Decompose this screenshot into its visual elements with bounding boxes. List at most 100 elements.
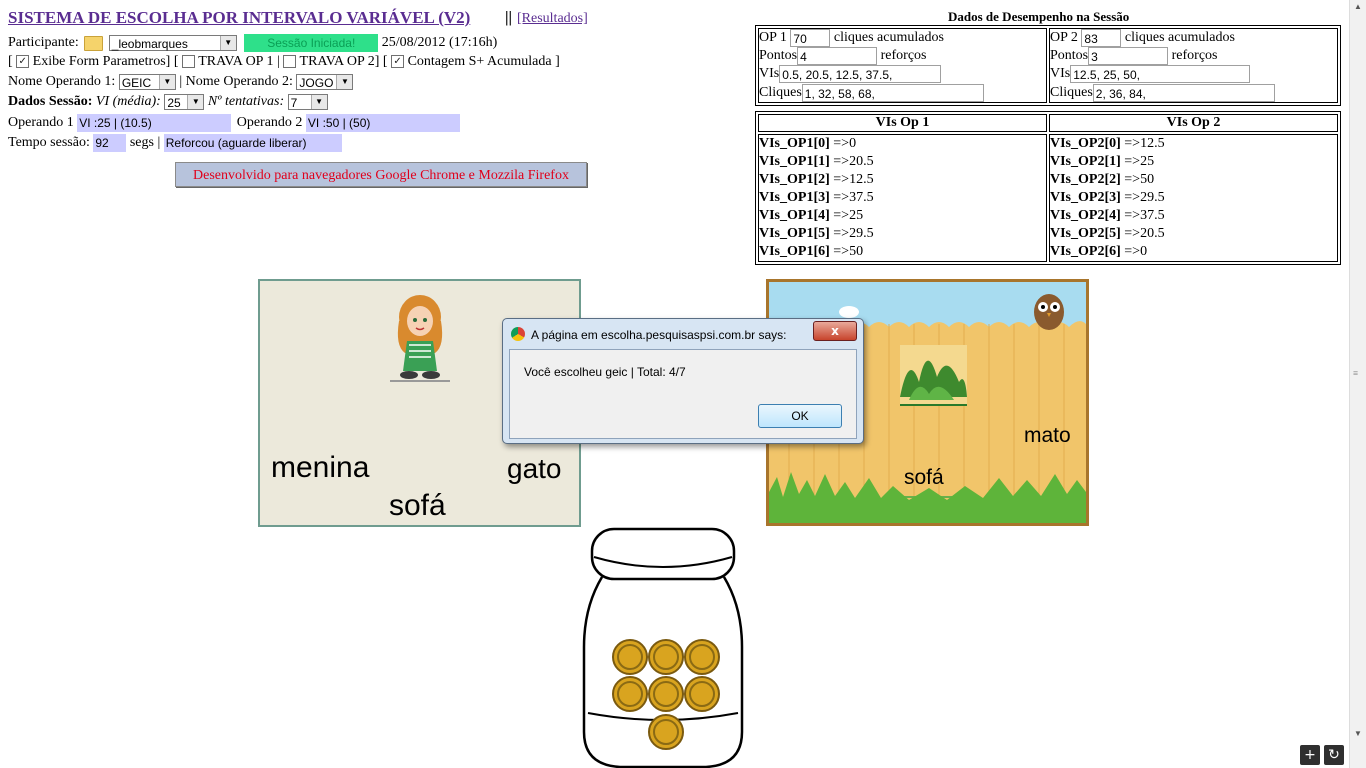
word-option: sofá (389, 489, 446, 522)
op1-name-label: Nome Operando 1: (8, 74, 116, 90)
op2-performance-cell: OP 2 83 cliques acumulados Pontos 3 refor… (1049, 28, 1338, 103)
count-accumulated-label: Contagem S+ Acumulada ] (407, 54, 560, 69)
session-time-field: 92 (93, 134, 127, 152)
show-form-label: Exibe Form Parametros] (32, 54, 171, 69)
lock-op2-label: TRAVA OP 2] (299, 54, 380, 69)
session-data-row: Dados Sessão: VI (média): 25 ▼ Nº tentati… (8, 94, 328, 110)
coin-jar (582, 527, 744, 768)
scroll-grip-icon: ≡ (1353, 368, 1359, 378)
list-item: VIs_OP2[1] =>25 (1050, 154, 1155, 169)
ok-button[interactable]: OK (758, 404, 842, 428)
chevron-down-icon: ▼ (336, 75, 353, 89)
list-item: VIs_OP1[0] =>0 (759, 136, 857, 151)
session-time-unit: segs | (129, 135, 161, 151)
coin-icon (612, 639, 648, 675)
lock-op2-checkbox[interactable] (283, 55, 297, 69)
page-title[interactable]: SISTEMA DE ESCOLHA POR INTERVALO VARIÁVE… (8, 8, 470, 28)
session-datetime: 25/08/2012 (17:16h) (381, 35, 498, 51)
op1-points-field[interactable]: 4 (797, 47, 878, 66)
dialog-title: A página em escolha.pesquisaspsi.com.br … (531, 328, 787, 342)
word-option: menina (271, 451, 370, 484)
folder-icon[interactable] (84, 35, 104, 51)
list-item: VIs_OP2[0] =>12.5 (1050, 136, 1165, 151)
reinforcement-status-field: Reforcou (aguarde liberar) (163, 134, 342, 152)
dialog-message: Você escolheu geic | Total: 4/7 (524, 365, 686, 379)
list-item: VIs_OP1[2] =>12.5 (759, 172, 874, 187)
performance-table: OP 1 70 cliques acumulados Pontos 4 refor… (755, 25, 1341, 106)
op2-vis-field[interactable]: 12.5, 25, 50, (1070, 65, 1251, 84)
dialog-body: Você escolheu geic | Total: 4/7 OK (509, 349, 857, 439)
list-item: VIs_OP2[4] =>37.5 (1050, 208, 1165, 223)
title-separator: || (505, 9, 513, 26)
op2-points-field[interactable]: 3 (1088, 47, 1169, 66)
close-icon: x (831, 324, 839, 338)
vis-table: VIs Op 1 VIs Op 2 VIs_OP1[0] =>0 VIs_OP1… (755, 111, 1341, 265)
session-data-label: Dados Sessão: (8, 94, 93, 110)
op1-cliques-field[interactable]: 1, 32, 58, 68, (801, 83, 984, 102)
vi-label: VI (média): (95, 94, 161, 110)
reload-icon[interactable]: ↻ (1324, 745, 1344, 765)
list-item: VIs_OP1[3] =>37.5 (759, 190, 874, 205)
performance-heading: Dados de Desempenho na Sessão (948, 9, 1130, 24)
session-time-label: Tempo sessão: (8, 135, 90, 151)
operand-status-row: Operando 1 VI :25 | (10.5) Operando 2 VI… (8, 114, 460, 132)
op2-name-label: | Nome Operando 2: (179, 74, 293, 90)
scroll-down-icon[interactable]: ▼ (1350, 729, 1366, 738)
close-button[interactable]: x (813, 321, 857, 341)
list-item: VIs_OP2[2] =>50 (1050, 172, 1155, 187)
word-option: mato (1024, 424, 1071, 447)
op1-name-select[interactable]: GEIC ▼ (118, 74, 176, 90)
vi-select[interactable]: 25 ▼ (164, 94, 205, 110)
op1-clicks-field[interactable]: 70 (790, 29, 831, 47)
show-form-checkbox[interactable]: ✓ (16, 55, 30, 69)
coin-icon (648, 639, 684, 675)
coin-icon (684, 639, 720, 675)
participant-label: Participante: (8, 35, 79, 51)
coin-icon (612, 676, 648, 712)
chevron-down-icon: ▼ (158, 75, 175, 89)
list-item: VIs_OP1[6] =>50 (759, 244, 864, 259)
session-status-field: Sessão Iniciada! (244, 34, 379, 52)
op2-name-select[interactable]: JOGO ▼ (296, 74, 354, 90)
vis-op2-header: VIs Op 2 (1049, 114, 1338, 132)
chevron-down-icon: ▼ (187, 95, 204, 109)
vis-op1-header: VIs Op 1 (758, 114, 1047, 132)
list-item: VIs_OP1[4] =>25 (759, 208, 864, 223)
count-accumulated-checkbox[interactable]: ✓ (391, 55, 405, 69)
list-item: VIs_OP1[1] =>20.5 (759, 154, 874, 169)
scroll-up-icon[interactable]: ▲ (1350, 0, 1366, 14)
operand-names-row: Nome Operando 1: GEIC ▼ | Nome Operando 2… (8, 74, 354, 90)
op1-status-field: VI :25 | (10.5) (77, 114, 232, 132)
coin-icon (684, 676, 720, 712)
lock-op1-checkbox[interactable] (181, 55, 195, 69)
plus-icon[interactable]: + (1300, 745, 1320, 765)
attempts-select[interactable]: 7 ▼ (287, 94, 328, 110)
vertical-scrollbar[interactable]: ▲ ≡ ▼ (1349, 0, 1366, 768)
op2-status-label: Operando 2 (236, 115, 303, 131)
results-link[interactable]: [Resultados] (517, 11, 588, 27)
chevron-down-icon: ▼ (219, 36, 236, 50)
session-time-row: Tempo sessão: 92 segs | Reforcou (aguard… (8, 134, 342, 152)
op1-status-label: Operando 1 (8, 115, 74, 131)
vis-op1-list: VIs_OP1[0] =>0 VIs_OP1[1] =>20.5 VIs_OP1… (758, 134, 1047, 262)
girl-illustration (390, 295, 450, 382)
lock-op1-label: TRAVA OP 1 | (198, 54, 280, 69)
chevron-down-icon: ▼ (310, 95, 327, 109)
list-item: VIs_OP2[6] =>0 (1050, 244, 1148, 259)
participant-row: Participante: _leobmarques ▼ Sessão Inici… (8, 34, 497, 52)
vis-op2-list: VIs_OP2[0] =>12.5 VIs_OP2[1] =>25 VIs_OP… (1049, 134, 1338, 262)
coin-icon (648, 676, 684, 712)
list-item: VIs_OP2[3] =>29.5 (1050, 190, 1165, 205)
word-option: sofá (904, 466, 944, 489)
list-item: VIs_OP1[5] =>29.5 (759, 226, 874, 241)
op1-vis-field[interactable]: 0.5, 20.5, 12.5, 37.5, (779, 65, 942, 84)
participant-select[interactable]: _leobmarques ▼ (108, 35, 237, 51)
chrome-icon (511, 327, 525, 341)
browser-note-banner: Desenvolvido para navegadores Google Chr… (175, 162, 587, 187)
word-option: gato (507, 453, 562, 484)
op1-performance-cell: OP 1 70 cliques acumulados Pontos 4 refor… (758, 28, 1047, 103)
op2-cliques-field[interactable]: 2, 36, 84, (1092, 83, 1275, 102)
op2-clicks-field[interactable]: 83 (1081, 29, 1122, 47)
options-row: [ ✓ Exibe Form Parametros] [ TRAVA OP 1 … (8, 54, 560, 69)
attempts-label: Nº tentativas: (207, 94, 285, 110)
